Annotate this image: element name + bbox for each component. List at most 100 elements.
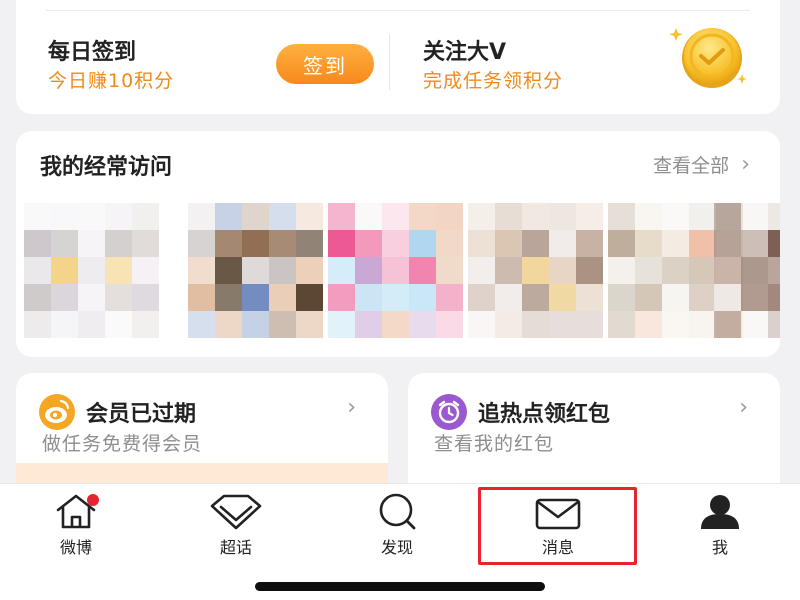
blurred-avatar-pixel [495,284,522,311]
blurred-avatar-pixel [296,311,323,338]
blurred-avatar-pixel [468,203,495,230]
tab-chaohua[interactable]: 超话 [176,492,296,562]
blurred-avatar-pixel [296,257,323,284]
blurred-avatar-pixel [188,230,215,257]
blurred-avatar-pixel [409,311,436,338]
checkin-title: 每日签到 [48,40,137,65]
blurred-avatar-pixel [741,230,768,257]
blurred-avatar-pixel [436,257,463,284]
blurred-avatar-pixel [132,203,159,230]
envelope-icon [535,498,581,530]
tab-messages[interactable]: 消息 [498,492,618,562]
blurred-avatar-pixel [296,230,323,257]
blurred-avatar-pixel [635,230,662,257]
blurred-avatar-pixel [662,311,689,338]
blurred-avatar-pixel [409,230,436,257]
blurred-avatar-pixel [662,203,689,230]
blurred-avatar-pixel [549,257,576,284]
blurred-avatar-pixel [132,311,159,338]
red-packet-subtitle: 查看我的红包 [434,433,555,455]
blurred-avatar-pixel [51,284,78,311]
blurred-avatar-pixel [635,203,662,230]
blurred-avatar-pixel [188,257,215,284]
blurred-avatar-pixel [242,257,269,284]
blurred-avatar-pixel [662,257,689,284]
blurred-avatar-pixel [242,203,269,230]
blurred-avatar-pixel [522,284,549,311]
blurred-avatars[interactable] [16,201,780,351]
tab-label: 发现 [380,538,413,557]
blurred-avatar-pixel [242,284,269,311]
blurred-avatar-pixel [355,311,382,338]
blurred-avatar-pixel [24,311,51,338]
follow-subtitle[interactable]: 完成任务领积分 [423,66,563,93]
divider [46,10,750,11]
blurred-avatar-pixel [355,203,382,230]
blurred-avatar-pixel [436,203,463,230]
blurred-avatar-pixel [355,257,382,284]
blurred-avatar-pixel [608,311,635,338]
blurred-avatar-pixel [768,257,780,284]
blurred-avatar-pixel [328,230,355,257]
tab-me[interactable]: 我 [660,492,780,562]
blurred-avatar-pixel [714,257,741,284]
blurred-avatar-pixel [741,257,768,284]
blurred-avatar-pixel [768,203,780,230]
view-all-link[interactable]: 查看全部 › [653,151,750,178]
blurred-avatar-pixel [714,284,741,311]
tab-label: 超话 [219,538,252,557]
blurred-avatar-pixel [549,203,576,230]
blurred-avatar-pixel [714,203,741,230]
blurred-avatar-pixel [215,203,242,230]
blurred-avatar-pixel [689,311,716,338]
diamond-icon [210,494,262,530]
blurred-avatar-pixel [608,284,635,311]
blurred-avatar-pixel [188,203,215,230]
blurred-avatar-pixel [355,230,382,257]
blurred-avatar-pixel [24,203,51,230]
alarm-clock-icon [431,394,467,430]
blurred-avatar-pixel [468,311,495,338]
blurred-avatar-pixel [549,311,576,338]
blurred-avatar-pixel [382,230,409,257]
blurred-avatar-pixel [188,311,215,338]
blurred-avatar-pixel [78,257,105,284]
blurred-avatar-pixel [662,284,689,311]
blurred-avatar-pixel [188,284,215,311]
blurred-avatar-pixel [215,230,242,257]
blurred-avatar-pixel [296,284,323,311]
blurred-avatar-pixel [78,311,105,338]
blurred-avatar-pixel [215,284,242,311]
blurred-avatar-pixel [689,257,716,284]
follow-title[interactable]: 关注大V [423,34,506,66]
gold-coin-check-icon[interactable] [668,24,750,92]
blurred-avatar-pixel [436,230,463,257]
blurred-avatar-pixel [436,311,463,338]
blurred-avatar-pixel [522,257,549,284]
home-indicator [255,582,545,591]
blurred-avatar-pixel [576,257,603,284]
divider [389,34,390,90]
blurred-avatar-pixel [105,230,132,257]
blurred-avatar-pixel [78,284,105,311]
blurred-avatar-pixel [51,311,78,338]
tab-discover[interactable]: 发现 [337,492,457,562]
blurred-avatar-pixel [689,230,716,257]
blurred-avatar-pixel [608,257,635,284]
frequent-visits-title: 我的经常访问 [40,155,173,180]
tab-label: 消息 [541,538,574,557]
blurred-avatar-pixel [576,203,603,230]
blurred-avatar-pixel [468,257,495,284]
blurred-avatar-pixel [105,311,132,338]
blurred-avatar-pixel [78,203,105,230]
blurred-avatar-pixel [522,203,549,230]
blurred-avatar-pixel [78,230,105,257]
blurred-avatar-pixel [132,230,159,257]
blurred-avatar-pixel [242,230,269,257]
tab-weibo[interactable]: 微博 [16,492,136,562]
blurred-avatar-pixel [132,284,159,311]
chevron-right-icon: › [347,395,356,420]
blurred-avatar-pixel [714,311,741,338]
blurred-avatar-pixel [51,203,78,230]
checkin-button[interactable]: 签到 [276,44,374,84]
